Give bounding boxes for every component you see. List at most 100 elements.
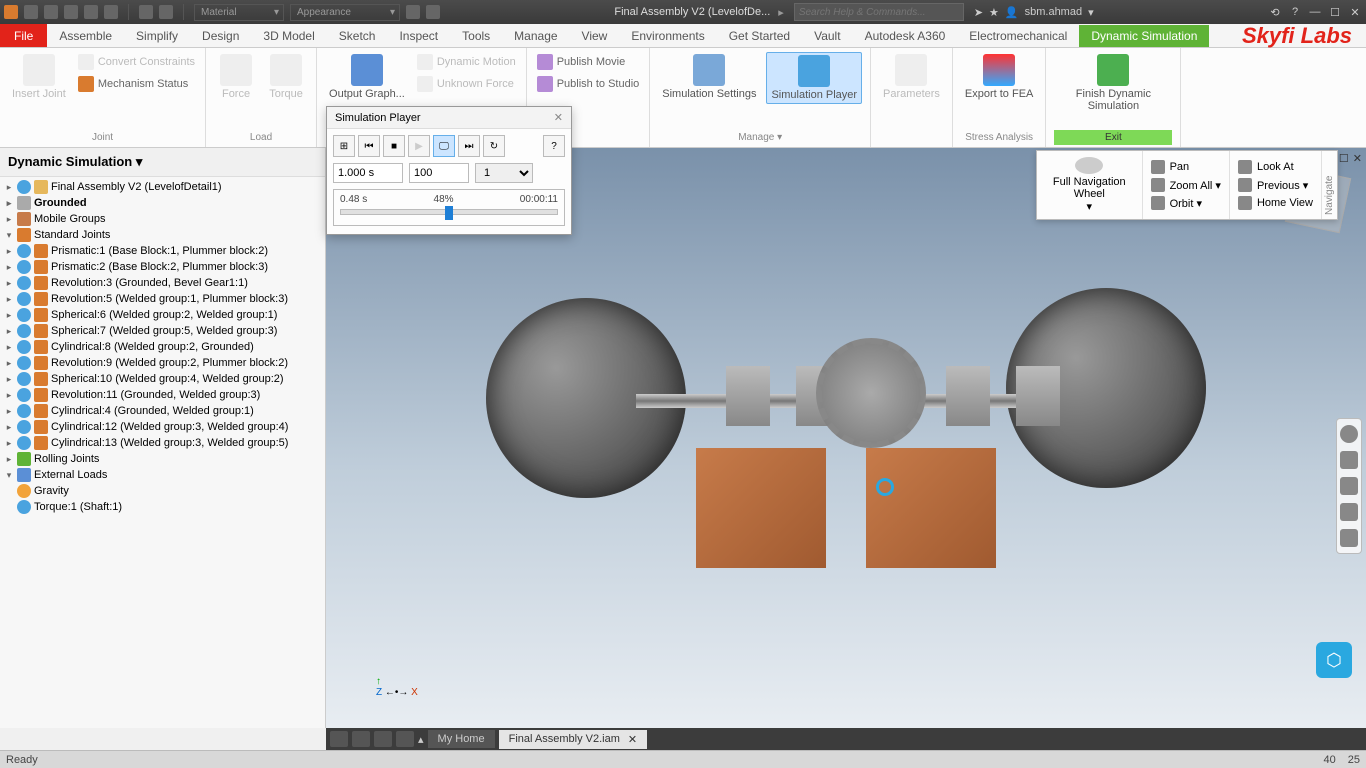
ribbon-tab-environments[interactable]: Environments [619, 25, 716, 47]
measure-icon[interactable] [426, 5, 440, 19]
fx-icon[interactable] [406, 5, 420, 19]
viewport-3d[interactable]: — ☐ ✕ ↑ Z ←•→ X ⬡ [326, 148, 1366, 728]
layout-grid-icon[interactable] [352, 731, 370, 747]
previous-view-button[interactable]: Previous ▾ [1238, 176, 1313, 194]
export-fea-button[interactable]: Export to FEA [961, 52, 1037, 102]
layout-vsplit-icon[interactable] [374, 731, 392, 747]
user-menu-caret-icon[interactable]: ▾ [1088, 6, 1094, 19]
dialog-close-icon[interactable]: ✕ [554, 111, 563, 124]
ribbon-tab-inspect[interactable]: Inspect [387, 25, 450, 47]
layout-single-icon[interactable] [330, 731, 348, 747]
lookat-icon[interactable] [1340, 529, 1358, 547]
look-at-button[interactable]: Look At [1238, 158, 1313, 176]
exit-label[interactable]: Exit [1054, 130, 1172, 145]
tree-mobile[interactable]: ▸Mobile Groups [0, 211, 325, 227]
layout-hsplit-icon[interactable] [396, 731, 414, 747]
rewind-button[interactable]: ⏮ [358, 135, 380, 157]
minimize-icon[interactable]: — [1308, 6, 1322, 19]
tree-external-loads[interactable]: ▾External Loads [0, 467, 325, 483]
tree-joint-item[interactable]: ▸Cylindrical:13 (Welded group:3, Welded … [0, 435, 325, 451]
tree-gravity[interactable]: Gravity [0, 483, 325, 499]
stop-button[interactable]: ■ [383, 135, 405, 157]
tree-joint-item[interactable]: ▸Revolution:3 (Grounded, Bevel Gear1:1) [0, 275, 325, 291]
tab-close-icon[interactable]: ✕ [628, 733, 637, 746]
doc-title-arrow[interactable]: ▸ [778, 6, 784, 19]
tree-joint-item[interactable]: ▸Spherical:7 (Welded group:5, Welded gro… [0, 323, 325, 339]
loop-button[interactable]: ↻ [483, 135, 505, 157]
redo-icon[interactable] [104, 5, 118, 19]
help-icon[interactable]: ? [1288, 6, 1302, 19]
publish-movie-button[interactable]: Publish Movie [535, 52, 642, 72]
tree-standard-joints[interactable]: ▾Standard Joints [0, 227, 325, 243]
help-search-input[interactable] [794, 3, 964, 21]
ribbon-tab-simplify[interactable]: Simplify [124, 25, 190, 47]
zoom-all-button[interactable]: Zoom All ▾ [1151, 176, 1221, 194]
progress-track[interactable] [340, 209, 558, 215]
ribbon-tab-sketch[interactable]: Sketch [327, 25, 388, 47]
vp-maximize-icon[interactable]: ☐ [1339, 152, 1349, 165]
simulation-settings-button[interactable]: Simulation Settings [658, 52, 760, 102]
orbit-button[interactable]: Orbit ▾ [1151, 194, 1221, 212]
progress-thumb[interactable] [445, 206, 453, 220]
home-icon[interactable] [139, 5, 153, 19]
tree-joint-item[interactable]: ▸Prismatic:1 (Base Block:1, Plummer bloc… [0, 243, 325, 259]
undo-icon[interactable] [84, 5, 98, 19]
tree-joint-item[interactable]: ▸Revolution:11 (Grounded, Welded group:3… [0, 387, 325, 403]
browser-header[interactable]: Dynamic Simulation ▾ [0, 148, 325, 177]
open-icon[interactable] [44, 5, 58, 19]
finish-simulation-button[interactable]: Finish Dynamic Simulation [1054, 52, 1172, 114]
tree-joint-item[interactable]: ▸Revolution:9 (Welded group:2, Plummer b… [0, 355, 325, 371]
layout-caret-icon[interactable]: ▴ [418, 733, 424, 746]
dynamic-motion-button[interactable]: Dynamic Motion [415, 52, 518, 72]
unknown-force-button[interactable]: Unknown Force [415, 74, 518, 94]
full-nav-wheel-button[interactable]: Full Navigation Wheel ▾ [1037, 151, 1143, 219]
tab-my-home[interactable]: My Home [428, 730, 495, 748]
ribbon-tab-manage[interactable]: Manage [502, 25, 569, 47]
ribbon-tab-tools[interactable]: Tools [450, 25, 502, 47]
maximize-icon[interactable]: ☐ [1328, 6, 1342, 19]
pan-icon[interactable] [1340, 451, 1358, 469]
share-badge-icon[interactable]: ⬡ [1316, 642, 1352, 678]
tab-active-document[interactable]: Final Assembly V2.iam✕ [499, 730, 647, 749]
sync-icon[interactable]: ⟲ [1268, 6, 1282, 19]
parameters-button[interactable]: Parameters [879, 52, 944, 102]
tree-joint-item[interactable]: ▸Spherical:10 (Welded group:4, Welded gr… [0, 371, 325, 387]
torque-button[interactable]: Torque [264, 52, 308, 102]
save-icon[interactable] [64, 5, 78, 19]
file-menu[interactable]: File [0, 24, 47, 47]
ribbon-tab-autodesk-a360[interactable]: Autodesk A360 [853, 25, 958, 47]
star-icon[interactable]: ★ [989, 6, 999, 19]
simulation-player-button[interactable]: Simulation Player [766, 52, 862, 104]
select-icon[interactable] [159, 5, 173, 19]
ribbon-tab-assemble[interactable]: Assemble [47, 25, 124, 47]
force-button[interactable]: Force [214, 52, 258, 102]
home-view-button[interactable]: Home View [1238, 194, 1313, 212]
username-label[interactable]: sbm.ahmad [1025, 6, 1082, 18]
speed-select[interactable]: 1 [475, 163, 533, 183]
pan-button[interactable]: Pan [1151, 158, 1221, 176]
signin-arrow-icon[interactable]: ➤ [974, 6, 983, 19]
convert-constraints-button[interactable]: Convert Constraints [76, 52, 197, 72]
tree-joint-item[interactable]: ▸Prismatic:2 (Base Block:2, Plummer bloc… [0, 259, 325, 275]
ribbon-tab-dynamic-simulation[interactable]: Dynamic Simulation [1079, 25, 1209, 47]
insert-joint-button[interactable]: Insert Joint [8, 52, 70, 102]
ribbon-tab-3d-model[interactable]: 3D Model [251, 25, 326, 47]
images-input[interactable] [409, 163, 469, 183]
construction-mode-button[interactable]: ⊞ [333, 135, 355, 157]
tree-root[interactable]: ▸Final Assembly V2 (LevelofDetail1) [0, 179, 325, 195]
tree-rolling-joints[interactable]: ▸Rolling Joints [0, 451, 325, 467]
nav-wheel-icon[interactable] [1340, 425, 1358, 443]
tree-joint-item[interactable]: ▸Cylindrical:8 (Welded group:2, Grounded… [0, 339, 325, 355]
ribbon-tab-vault[interactable]: Vault [802, 25, 852, 47]
screen-refresh-button[interactable]: 🖵 [433, 135, 455, 157]
tree-grounded[interactable]: ▸Grounded [0, 195, 325, 211]
output-grapher-button[interactable]: Output Graph... [325, 52, 409, 102]
forward-button[interactable]: ⏭ [458, 135, 480, 157]
orbit-icon[interactable] [1340, 503, 1358, 521]
tree-joint-item[interactable]: ▸Revolution:5 (Welded group:1, Plummer b… [0, 291, 325, 307]
end-time-input[interactable] [333, 163, 403, 183]
tree-joint-item[interactable]: ▸Cylindrical:4 (Grounded, Welded group:1… [0, 403, 325, 419]
tree-torque[interactable]: Torque:1 (Shaft:1) [0, 499, 325, 515]
vp-close-icon[interactable]: ✕ [1353, 152, 1362, 165]
ribbon-tab-get-started[interactable]: Get Started [717, 25, 802, 47]
